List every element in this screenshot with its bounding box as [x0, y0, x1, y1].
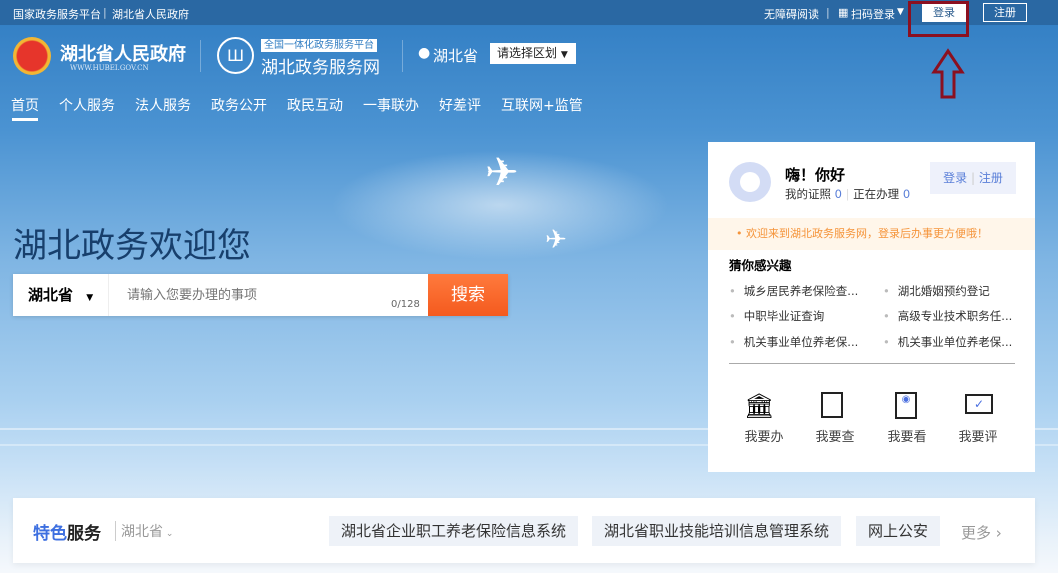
avatar [729, 162, 771, 202]
licenses-count[interactable]: 0 [835, 187, 842, 201]
highlight-box [908, 1, 969, 37]
welcome-notice-text: 欢迎来到湖北政务服务网，登录后办事更方便哦！ [746, 227, 988, 240]
card-login-link[interactable]: 登录 [943, 171, 967, 185]
interest-item[interactable]: • 机关事业单位养老保... [729, 334, 858, 350]
nav-supervision[interactable]: 互联网+监管 [501, 98, 583, 114]
current-location: 湖北省 [433, 47, 479, 65]
user-stats: 我的证照 0 | 正在办理 0 [785, 187, 911, 201]
nav-rating[interactable]: 好差评 [439, 98, 481, 114]
site-name[interactable]: 湖北政务服务网 [261, 53, 380, 78]
main-nav: 首页 个人服务 法人服务 政务公开 政民互动 一事联办 好差评 互联网+监管 [11, 95, 603, 115]
caret-down-icon: ▼ [86, 293, 94, 303]
search-bar: 湖北省 ▼ 0/128 搜索 [13, 274, 508, 316]
interest-item[interactable]: • 高级专业技术职务任... [883, 308, 1012, 324]
caret-down-icon: ▼ [560, 50, 568, 60]
link-national-platform[interactable]: 国家政务服务平台 [13, 6, 101, 22]
divider: | [103, 6, 107, 19]
card-auth-buttons: 登录 | 注册 [930, 162, 1016, 194]
search-region-label: 湖北省 [28, 286, 74, 304]
register-button[interactable]: 注册 [983, 3, 1027, 22]
view-doc-icon: ◉ [895, 392, 917, 419]
top-bar: 国家政务服务平台 | 湖北省人民政府 无障碍阅读 | ▦ 扫码登录 ▼ [0, 0, 1058, 25]
site-logo-icon: Ш [217, 37, 254, 74]
nav-corporate[interactable]: 法人服务 [135, 98, 191, 114]
crane-icon: ✈ [485, 150, 519, 196]
link-hubei-gov[interactable]: 湖北省人民政府 [112, 6, 189, 22]
interest-item[interactable]: • 中职毕业证查询 [729, 308, 824, 324]
national-emblem-icon [13, 37, 51, 75]
gov-url: WWW.HUBEI.GOV.CN [70, 64, 149, 72]
region-select[interactable]: 请选择区划 ▼ [490, 43, 576, 64]
interest-item[interactable]: • 城乡居民养老保险查... [729, 283, 858, 299]
welcome-notice: • 欢迎来到湖北政务服务网，登录后办事更方便哦！ [708, 218, 1035, 250]
featured-services-bar: 特色服务 湖北省 ⌄ 湖北省企业职工养老保险信息系统 湖北省职业技能培训信息管理… [13, 498, 1035, 563]
nav-active-indicator [12, 118, 38, 121]
divider: | [826, 6, 830, 19]
featured-item[interactable]: 湖北省企业职工养老保险信息系统 [329, 516, 579, 546]
featured-title: 特色服务 [33, 524, 101, 544]
quick-view[interactable]: 我要看 [877, 426, 937, 445]
quick-rate[interactable]: 我要评 [948, 426, 1008, 445]
divider [200, 40, 201, 72]
region-select-label: 请选择区划 [497, 46, 558, 60]
char-counter: 0/128 [391, 299, 420, 310]
bank-building-icon: 🏛 [744, 392, 775, 420]
up-arrow-icon [931, 48, 965, 99]
greeting: 嗨！你好 [785, 166, 846, 184]
search-doc-icon [821, 392, 843, 418]
accessible-reading-link[interactable]: 无障碍阅读 [764, 6, 819, 22]
processing-label: 正在办理 [853, 187, 900, 201]
card-register-link[interactable]: 注册 [979, 171, 1003, 185]
gov-name[interactable]: 湖北省人民政府 [60, 40, 186, 66]
processing-count[interactable]: 0 [903, 187, 910, 201]
search-input[interactable] [110, 274, 428, 316]
nav-personal[interactable]: 个人服务 [59, 98, 115, 114]
featured-item[interactable]: 湖北省职业技能培训信息管理系统 [592, 516, 842, 546]
user-card: 嗨！你好 我的证照 0 | 正在办理 0 登录 | 注册 • 欢迎来到湖北政务服… [708, 142, 1035, 472]
qr-icon: ▦ [838, 6, 849, 19]
nav-home[interactable]: 首页 [11, 98, 39, 114]
comment-check-icon: ✓ [965, 394, 993, 414]
licenses-label: 我的证照 [785, 187, 831, 201]
search-button[interactable]: 搜索 [428, 274, 508, 316]
featured-region-select[interactable]: 湖北省 ⌄ [115, 521, 173, 541]
nav-one-stop[interactable]: 一事联办 [363, 98, 419, 114]
more-link[interactable]: 更多 › [961, 522, 1002, 543]
divider [402, 40, 403, 72]
qr-login-link[interactable]: 扫码登录 [851, 6, 895, 22]
location-pin-icon: ● [418, 45, 431, 61]
crane-icon: ✈ [545, 225, 567, 255]
interest-item[interactable]: • 湖北婚姻预约登记 [883, 283, 990, 299]
nav-interaction[interactable]: 政民互动 [287, 98, 343, 114]
interest-title: 猜你感兴趣 [729, 258, 792, 273]
quick-do[interactable]: 我要办 [734, 426, 794, 445]
divider [729, 363, 1015, 364]
caret-down-icon: ▼ [897, 7, 904, 17]
featured-item[interactable]: 网上公安 [856, 516, 941, 546]
search-region-select[interactable]: 湖北省 ▼ [13, 274, 109, 316]
platform-badge: 全国一体化政务服务平台 [261, 39, 377, 52]
nav-gov-open[interactable]: 政务公开 [211, 98, 267, 114]
quick-query[interactable]: 我要查 [805, 426, 865, 445]
interest-item[interactable]: • 机关事业单位养老保... [883, 334, 1012, 350]
hero-title: 湖北政务欢迎您 [13, 226, 251, 266]
